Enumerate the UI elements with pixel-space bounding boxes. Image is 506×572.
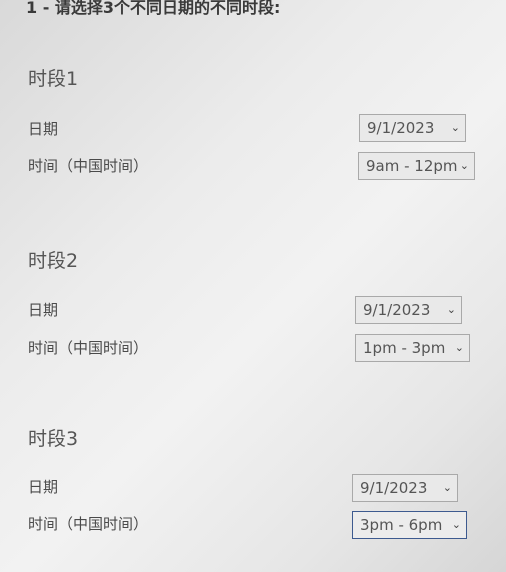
session-1-date-select[interactable]: 9/1/2023 ⌄ [359, 114, 466, 142]
chevron-down-icon: ⌄ [450, 121, 460, 134]
session-1-date-label: 日期 [28, 120, 59, 138]
session-3-date-value: 9/1/2023 [360, 479, 428, 497]
chevron-down-icon: ⌄ [446, 303, 456, 316]
session-3-date-label: 日期 [28, 478, 59, 496]
session-2-date-value: 9/1/2023 [363, 301, 431, 319]
session-2-date-label: 日期 [28, 301, 59, 319]
session-2-title: 时段2 [28, 250, 79, 272]
session-3-title: 时段3 [28, 428, 79, 450]
session-1-time-select[interactable]: 9am - 12pm ⌄ [358, 152, 475, 180]
session-2-time-value: 1pm - 3pm [363, 339, 446, 357]
session-1-date-value: 9/1/2023 [367, 119, 435, 137]
session-3-date-select[interactable]: 9/1/2023 ⌄ [352, 474, 458, 502]
session-2-time-label: 时间（中国时间） [28, 339, 149, 357]
session-3-time-value: 3pm - 6pm [360, 516, 443, 534]
form-heading: 1 - 请选择3个不同日期的不同时段: [26, 0, 281, 17]
chevron-down-icon: ⌄ [454, 341, 464, 354]
session-1-time-label: 时间（中国时间） [28, 157, 149, 175]
session-1-time-value: 9am - 12pm [366, 157, 458, 175]
session-3-time-select[interactable]: 3pm - 6pm ⌄ [352, 511, 467, 539]
session-3-time-label: 时间（中国时间） [28, 515, 149, 533]
chevron-down-icon: ⌄ [442, 481, 452, 494]
chevron-down-icon: ⌄ [451, 518, 461, 531]
chevron-down-icon: ⌄ [459, 159, 469, 172]
session-1-title: 时段1 [28, 68, 79, 90]
session-2-date-select[interactable]: 9/1/2023 ⌄ [355, 296, 462, 324]
session-2-time-select[interactable]: 1pm - 3pm ⌄ [355, 334, 470, 362]
